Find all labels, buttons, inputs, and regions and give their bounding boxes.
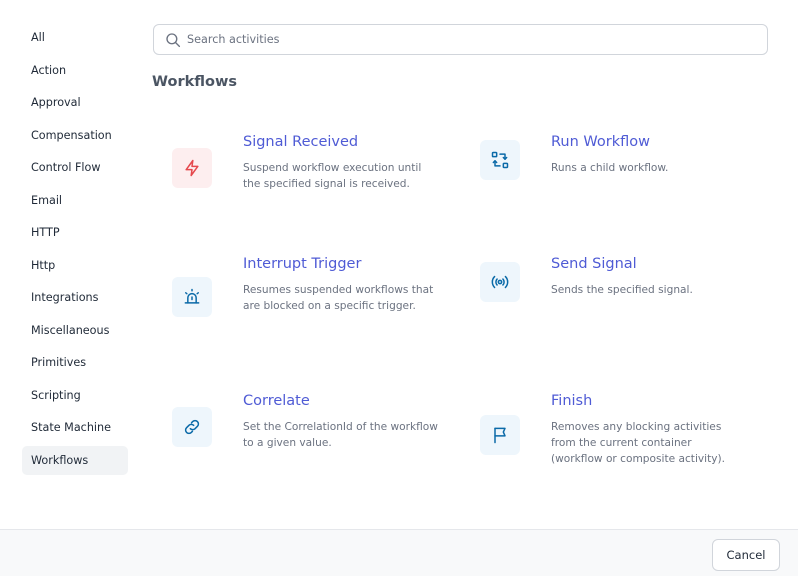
sidebar-item-approval[interactable]: Approval (22, 88, 128, 117)
sidebar-item-integrations[interactable]: Integrations (22, 283, 128, 312)
broadcast-icon (480, 262, 520, 302)
activity-title: Correlate (243, 393, 310, 409)
sidebar-item-action[interactable]: Action (22, 56, 128, 85)
sidebar-item-scripting[interactable]: Scripting (22, 381, 128, 410)
sidebar-item-control-flow[interactable]: Control Flow (22, 153, 128, 182)
search-icon (164, 31, 182, 49)
activity-title: Send Signal (551, 256, 637, 272)
sidebar-item-http[interactable]: Http (22, 251, 128, 280)
activity-description: Set the CorrelationId of the workflow to… (243, 421, 438, 449)
section-title: Workflows (152, 74, 237, 90)
dialog-footer (0, 529, 798, 576)
swap-icon (480, 140, 520, 180)
activity-title: Interrupt Trigger (243, 256, 362, 272)
search-box[interactable] (153, 24, 768, 55)
sidebar-item-compensation[interactable]: Compensation (22, 121, 128, 150)
sidebar-item-state-machine[interactable]: State Machine (22, 413, 128, 442)
alarm-icon (172, 277, 212, 317)
sidebar-item-http-upper[interactable]: HTTP (22, 218, 128, 247)
activity-title: Run Workflow (551, 134, 650, 150)
sidebar-item-primitives[interactable]: Primitives (22, 348, 128, 377)
activity-title: Signal Received (243, 134, 359, 150)
category-sidebar: All Action Approval Compensation Control… (22, 23, 128, 478)
activity-description: Sends the specified signal. (551, 284, 693, 296)
activity-description: Runs a child workflow. (551, 162, 669, 174)
activity-description: Suspend workflow execution until the spe… (243, 162, 422, 190)
sidebar-item-all[interactable]: All (22, 23, 128, 52)
sidebar-item-email[interactable]: Email (22, 186, 128, 215)
link-icon (172, 407, 212, 447)
sidebar-item-workflows[interactable]: Workflows (22, 445, 128, 475)
bolt-icon (172, 148, 212, 188)
flag-icon (480, 415, 520, 455)
activity-description: Resumes suspended workflows that are blo… (243, 284, 434, 312)
search-input[interactable] (187, 25, 747, 54)
cancel-button[interactable]: Cancel (712, 539, 780, 571)
activity-description: Removes any blocking activities from the… (551, 421, 726, 465)
sidebar-item-miscellaneous[interactable]: Miscellaneous (22, 316, 128, 345)
activity-title: Finish (551, 393, 593, 409)
